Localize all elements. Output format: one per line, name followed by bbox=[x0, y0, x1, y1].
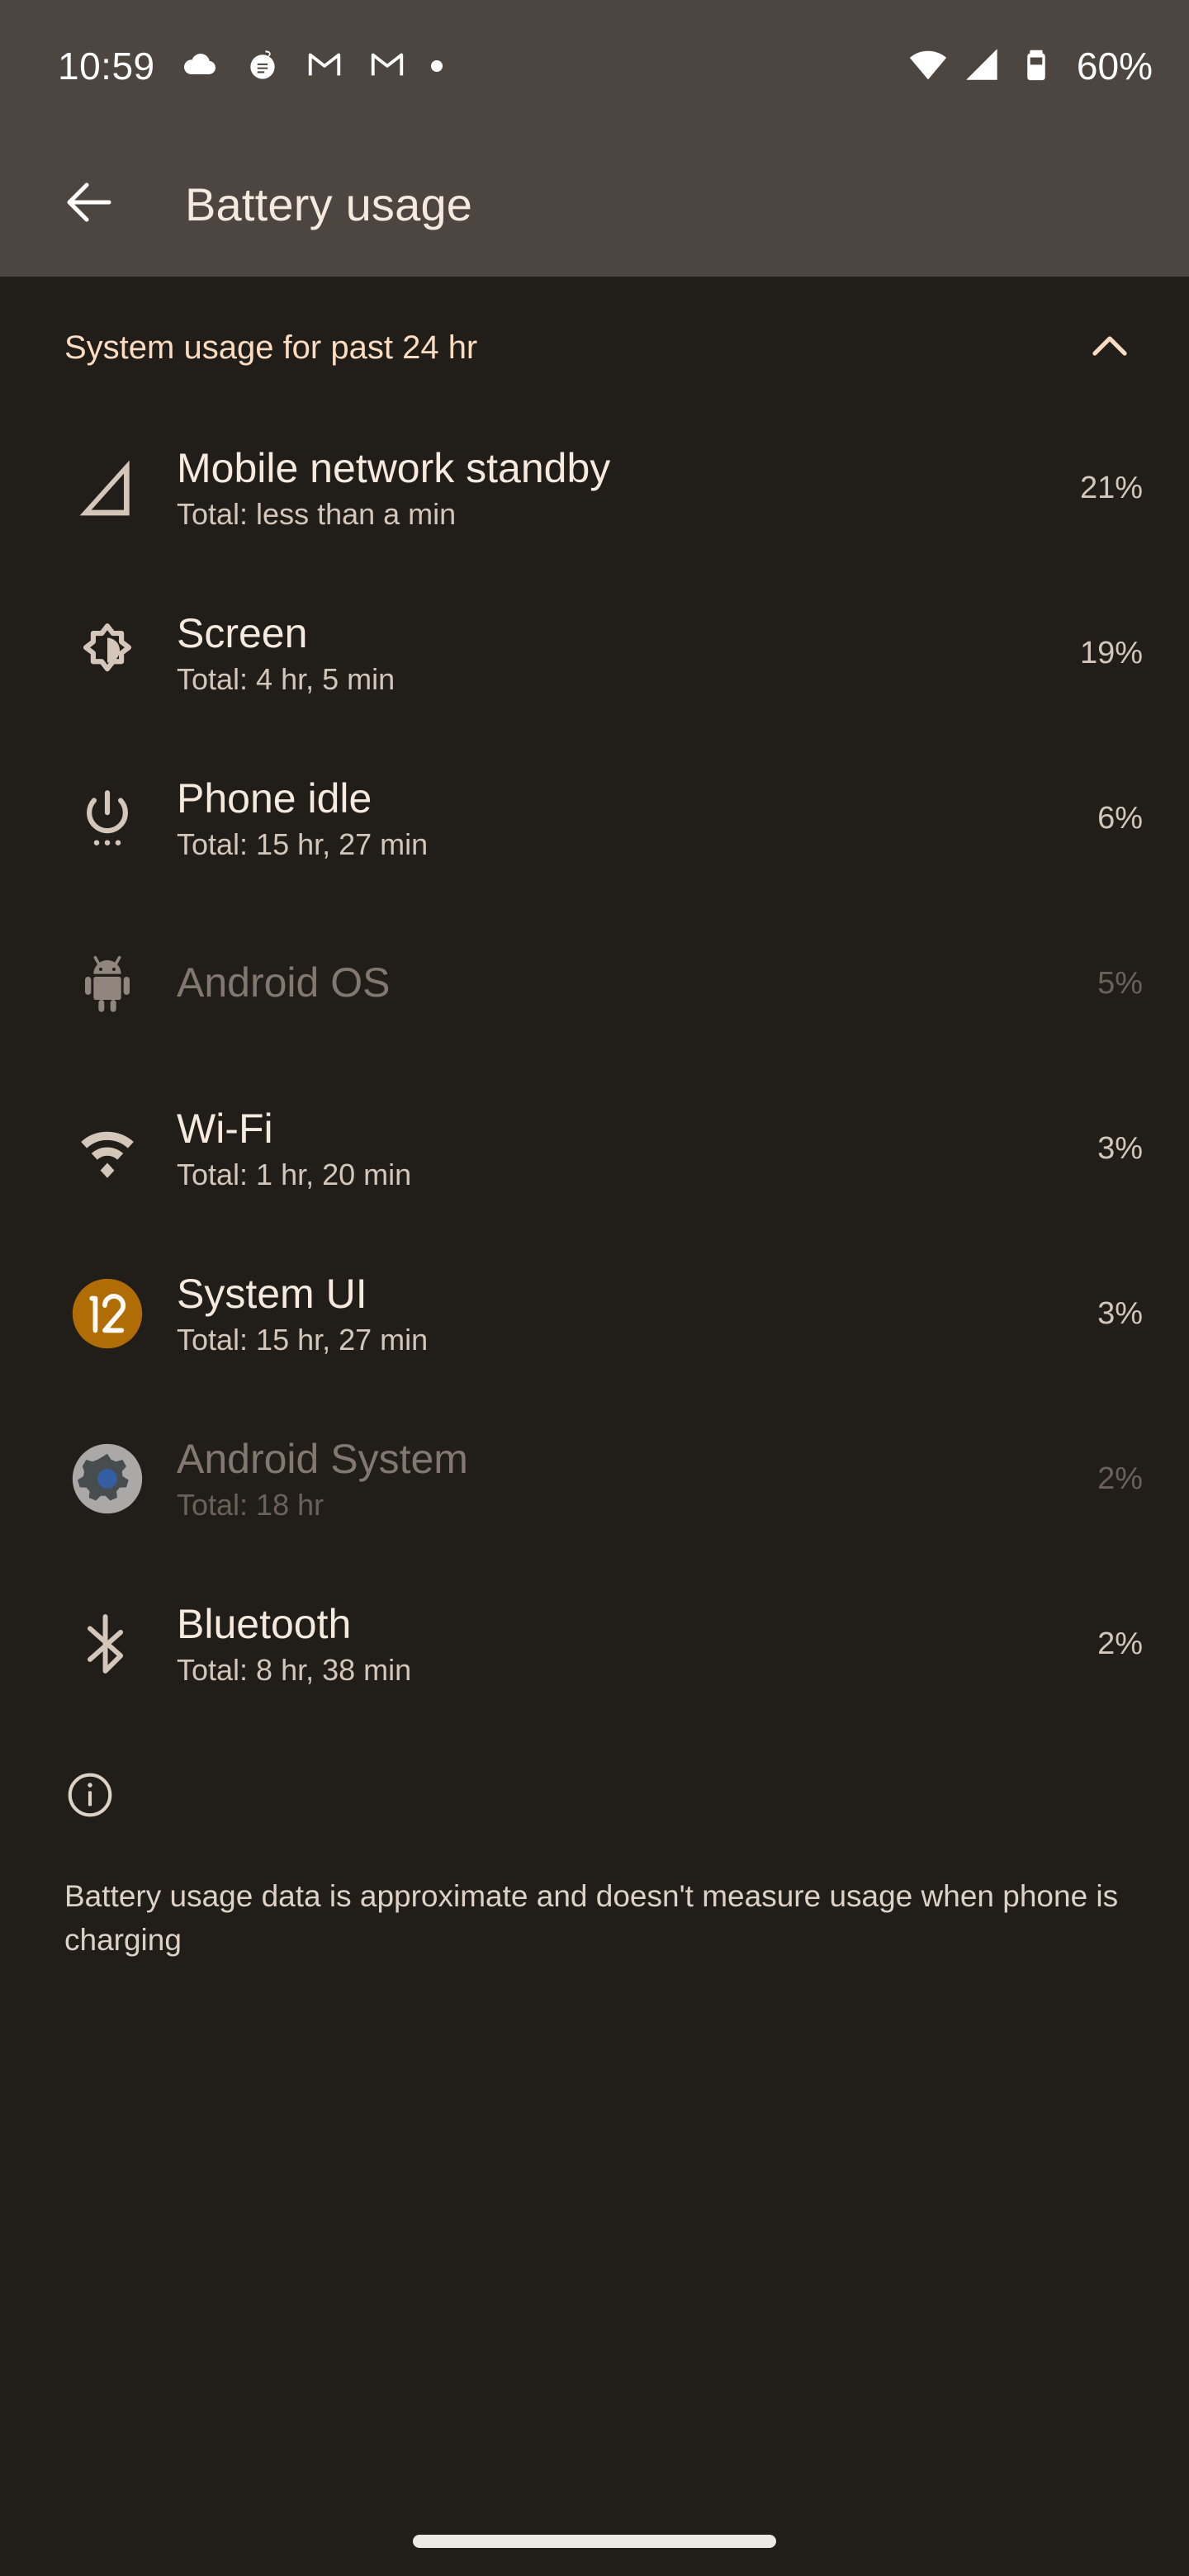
android-robot-icon bbox=[51, 927, 163, 1039]
power-idle-icon bbox=[51, 762, 163, 874]
section-title: System usage for past 24 hr bbox=[64, 329, 478, 366]
cellular-signal-icon bbox=[963, 44, 1004, 89]
list-item-text: System UI Total: 15 hr, 27 min bbox=[163, 1271, 1044, 1357]
list-item-title: System UI bbox=[177, 1270, 367, 1317]
battery-usage-list: Mobile network standby Total: less than … bbox=[0, 405, 1189, 1731]
gesture-handle-icon[interactable] bbox=[413, 2535, 776, 2548]
section-header[interactable]: System usage for past 24 hr bbox=[0, 277, 1189, 405]
cellular-signal-icon bbox=[51, 432, 163, 544]
battery-percent-label: 60% bbox=[1076, 45, 1153, 88]
back-button[interactable] bbox=[50, 165, 129, 244]
list-item-subtitle: Total: 8 hr, 38 min bbox=[177, 1653, 412, 1688]
section-collapse-button[interactable] bbox=[1077, 323, 1143, 372]
list-item[interactable]: Phone idle Total: 15 hr, 27 min 6% bbox=[0, 736, 1189, 901]
list-item-subtitle: Total: 1 hr, 20 min bbox=[177, 1158, 412, 1192]
list-item-title: Android OS bbox=[177, 959, 391, 1006]
list-item-subtitle: Total: 15 hr, 27 min bbox=[177, 1323, 429, 1357]
footer-disclaimer: Battery usage data is approximate and do… bbox=[64, 1879, 1119, 1957]
list-item-text: Mobile network standby Total: less than … bbox=[163, 445, 1044, 532]
list-item[interactable]: Android OS 5% bbox=[0, 901, 1189, 1066]
list-item-subtitle: Total: 4 hr, 5 min bbox=[177, 662, 396, 697]
footer: Battery usage data is approximate and do… bbox=[0, 1731, 1189, 1962]
page-title: Battery usage bbox=[185, 178, 473, 230]
wifi-icon bbox=[51, 1092, 163, 1205]
list-item-percent: 6% bbox=[1097, 800, 1143, 836]
list-item-text: Wi-Fi Total: 1 hr, 20 min bbox=[163, 1106, 1044, 1192]
list-item-percent: 2% bbox=[1097, 1461, 1143, 1496]
list-item-text: Android OS bbox=[163, 959, 1044, 1007]
status-bar: 10:59 60% bbox=[0, 0, 1189, 132]
list-item[interactable]: System UI Total: 15 hr, 27 min 3% bbox=[0, 1231, 1189, 1396]
list-item[interactable]: Android System Total: 18 hr 2% bbox=[0, 1396, 1189, 1561]
gmail-icon bbox=[306, 45, 343, 88]
list-item-title: Android System bbox=[177, 1435, 468, 1482]
back-arrow-icon bbox=[59, 173, 119, 236]
gmail-icon bbox=[368, 45, 406, 88]
list-item-text: Bluetooth Total: 8 hr, 38 min bbox=[163, 1601, 1044, 1688]
gesture-navigation-bar bbox=[0, 2507, 1189, 2576]
battery-icon bbox=[1017, 45, 1055, 88]
status-bar-clock: 10:59 bbox=[58, 45, 155, 88]
list-item-subtitle: Total: 15 hr, 27 min bbox=[177, 827, 429, 862]
list-item-text: Phone idle Total: 15 hr, 27 min bbox=[163, 775, 1044, 862]
brightness-icon bbox=[51, 597, 163, 709]
list-item-title: Wi-Fi bbox=[177, 1105, 273, 1152]
wifi-icon bbox=[907, 43, 950, 90]
list-item-subtitle: Total: 18 hr bbox=[177, 1488, 324, 1522]
list-item-percent: 3% bbox=[1097, 1130, 1143, 1166]
nyt-icon bbox=[244, 46, 281, 87]
list-item-percent: 19% bbox=[1079, 635, 1143, 670]
cloud-icon bbox=[180, 45, 220, 88]
list-item-subtitle: Total: less than a min bbox=[177, 497, 457, 532]
info-icon bbox=[64, 1769, 116, 1821]
settings-gear-icon bbox=[51, 1423, 163, 1535]
chevron-up-icon bbox=[1084, 320, 1135, 376]
app-bar: Battery usage bbox=[0, 132, 1189, 277]
status-bar-right: 60% bbox=[907, 43, 1153, 90]
list-item-text: Screen Total: 4 hr, 5 min bbox=[163, 610, 1044, 697]
system-ui-android12-icon bbox=[51, 1257, 163, 1370]
list-item-percent: 21% bbox=[1079, 470, 1143, 505]
list-item-title: Bluetooth bbox=[177, 1600, 352, 1647]
list-item[interactable]: Bluetooth Total: 8 hr, 38 min 2% bbox=[0, 1561, 1189, 1726]
list-item-percent: 3% bbox=[1097, 1295, 1143, 1331]
notification-dot-icon bbox=[430, 60, 443, 72]
status-bar-left: 10:59 bbox=[58, 44, 907, 88]
list-item[interactable]: Mobile network standby Total: less than … bbox=[0, 405, 1189, 571]
bluetooth-icon bbox=[51, 1588, 163, 1700]
list-item-percent: 5% bbox=[1097, 965, 1143, 1001]
list-item-title: Screen bbox=[177, 609, 308, 656]
list-item[interactable]: Wi-Fi Total: 1 hr, 20 min 3% bbox=[0, 1066, 1189, 1231]
list-item-text: Android System Total: 18 hr bbox=[163, 1436, 1044, 1522]
list-item-percent: 2% bbox=[1097, 1626, 1143, 1661]
list-item-title: Mobile network standby bbox=[177, 444, 611, 491]
list-item-title: Phone idle bbox=[177, 774, 372, 822]
list-item[interactable]: Screen Total: 4 hr, 5 min 19% bbox=[0, 571, 1189, 736]
